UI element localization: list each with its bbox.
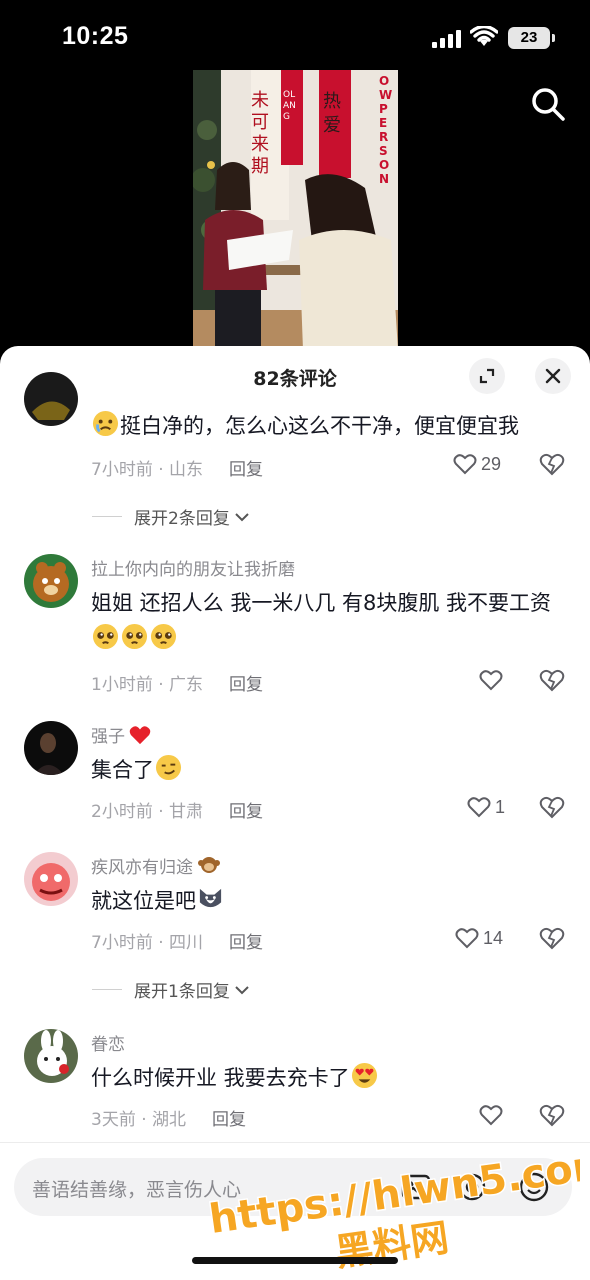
- sign-right-text: 热爱: [323, 91, 341, 136]
- avatar[interactable]: [24, 554, 78, 608]
- watermark: https://hlwn5.com 黑料网: [200, 1139, 590, 1276]
- like-button[interactable]: 14: [455, 925, 503, 951]
- red-heart-icon: [129, 726, 151, 745]
- like-button[interactable]: [479, 1102, 503, 1128]
- comment-item: 疾风亦有归途 就这位是吧 7小时前 · 四川 回复 14: [0, 849, 590, 969]
- avatar[interactable]: [24, 852, 78, 906]
- comment-meta: 2小时前 · 甘肃 回复: [91, 802, 264, 822]
- like-button[interactable]: 1: [467, 794, 505, 820]
- comment-meta: 1小时前 · 广东 回复: [91, 675, 264, 695]
- avatar[interactable]: [24, 1029, 78, 1083]
- reply-button[interactable]: 回复: [212, 1110, 246, 1130]
- comment-item: 强子 集合了 2小时前 · 甘肃 回复 1: [0, 718, 590, 838]
- dislike-heart-icon[interactable]: [539, 667, 565, 693]
- divider: [92, 989, 122, 990]
- home-indicator[interactable]: [192, 1257, 398, 1264]
- comment-text: 什么时候开业 我要去充卡了: [91, 1060, 561, 1096]
- reply-button[interactable]: 回复: [229, 802, 263, 822]
- pleading-face-icon: [121, 623, 148, 650]
- avatar[interactable]: [24, 372, 78, 426]
- heart-icon: [455, 928, 479, 949]
- comment-item: 拉上你内向的朋友让我折磨 姐姐 还招人么 我一米八几 有8块腹肌 我不要工资 1…: [0, 551, 590, 701]
- dislike-heart-icon[interactable]: [539, 1102, 565, 1128]
- chevron-down-icon: [235, 512, 249, 521]
- comment-text: 集合了: [91, 752, 561, 788]
- signal-icon: [432, 30, 461, 48]
- reply-button[interactable]: 回复: [229, 460, 263, 480]
- expand-icon: [479, 368, 495, 384]
- comment-item: 挺白净的，怎么心这么不干净，便宜便宜我 7小时前 · 山东 回复 29: [0, 372, 590, 576]
- close-icon: [545, 368, 561, 384]
- wifi-icon: [470, 26, 498, 46]
- heart-icon: [453, 454, 477, 475]
- comment-sheet: 82条评论 挺白净的，怎么心这么不干净，便宜便宜我 7小时前 · 山东 回复 29: [0, 346, 590, 1280]
- like-button[interactable]: [479, 667, 503, 693]
- husky-icon: [199, 888, 222, 908]
- heart-eyes-face-icon: [351, 1062, 377, 1089]
- comment-username[interactable]: 拉上你内向的朋友让我折磨: [91, 555, 295, 580]
- expand-replies-button[interactable]: 展开2条回复: [92, 504, 250, 529]
- crying-face-icon: [92, 410, 119, 437]
- reply-button[interactable]: 回复: [229, 933, 263, 953]
- close-sheet-button[interactable]: [535, 358, 571, 394]
- status-bar: 10:25 23: [0, 0, 590, 70]
- like-count: 1: [495, 796, 506, 817]
- comment-username[interactable]: 强子: [91, 722, 151, 747]
- expand-replies-button[interactable]: 展开1条回复: [92, 977, 250, 1002]
- like-count: 14: [483, 927, 504, 948]
- expand-sheet-button[interactable]: [469, 358, 505, 394]
- smirk-face-icon: [155, 754, 182, 781]
- battery-indicator: 23: [508, 27, 555, 49]
- monkey-icon: [198, 857, 220, 873]
- watermark-graphic: https://hlwn5.com 黑料网: [205, 1139, 590, 1276]
- pleading-face-icon: [92, 623, 119, 650]
- comment-text: 挺白净的，怎么心这么不干净，便宜便宜我: [91, 408, 561, 444]
- heart-icon: [479, 670, 503, 691]
- comment-text: 姐姐 还招人么 我一米八几 有8块腹肌 我不要工资: [91, 585, 561, 657]
- heart-icon: [467, 797, 491, 818]
- pleading-face-icon: [150, 623, 177, 650]
- comment-item: 眷恋 什么时候开业 我要去充卡了 3天前 · 湖北 回复: [0, 1026, 590, 1146]
- sign-middle-text: OLANG: [283, 90, 296, 122]
- divider: [0, 1142, 590, 1143]
- divider: [92, 516, 122, 517]
- sign-left-text: 未可来期: [251, 90, 269, 177]
- reply-button[interactable]: 回复: [229, 675, 263, 695]
- search-icon[interactable]: [530, 86, 566, 122]
- like-button[interactable]: 29: [453, 451, 501, 477]
- avatar[interactable]: [24, 721, 78, 775]
- like-count: 29: [481, 453, 502, 474]
- comment-meta: 7小时前 · 山东 回复: [91, 460, 264, 480]
- status-time: 10:25: [62, 22, 129, 50]
- comment-username[interactable]: 眷恋: [91, 1030, 125, 1055]
- dislike-heart-icon[interactable]: [539, 925, 565, 951]
- comment-username[interactable]: 疾风亦有归途: [91, 853, 221, 878]
- video-player[interactable]: 未可来期 OLANG 热爱 OW PERSON: [193, 70, 398, 350]
- comment-text: 就这位是吧: [91, 883, 561, 919]
- chevron-down-icon: [235, 985, 249, 994]
- sign-far-right-text: OW PERSON: [379, 74, 393, 186]
- dislike-heart-icon[interactable]: [539, 451, 565, 477]
- comment-meta: 3天前 · 湖北 回复: [91, 1110, 247, 1130]
- comment-meta: 7小时前 · 四川 回复: [91, 933, 264, 953]
- heart-icon: [479, 1105, 503, 1126]
- dislike-heart-icon[interactable]: [539, 794, 565, 820]
